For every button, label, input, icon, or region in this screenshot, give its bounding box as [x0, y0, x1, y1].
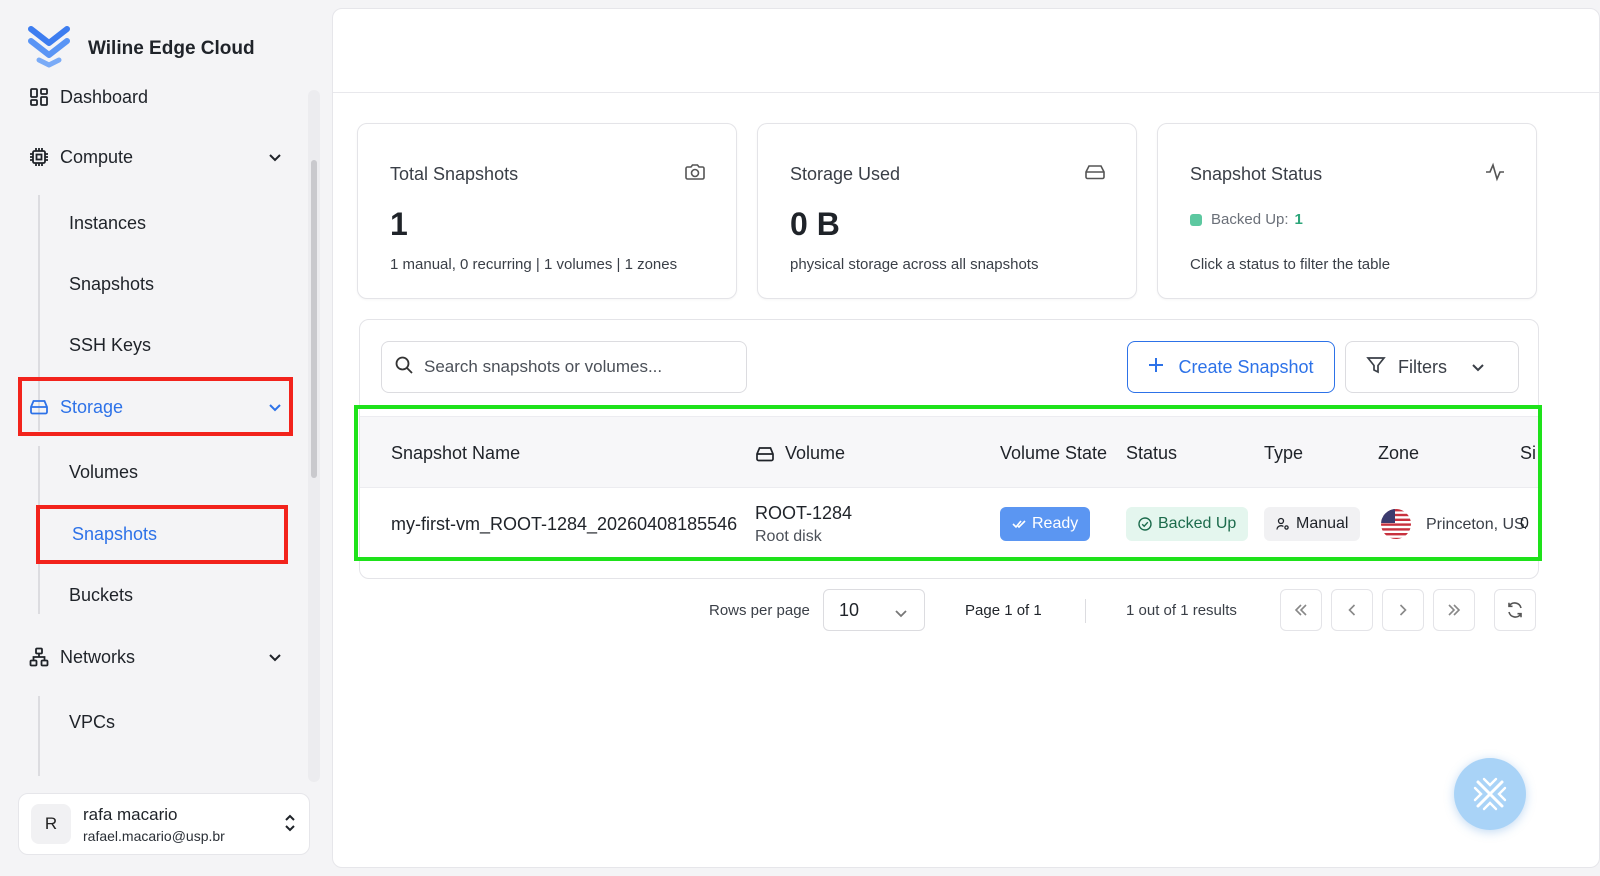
status-filter-backed-up[interactable]: Backed Up: 1 — [1190, 211, 1303, 228]
dashboard-icon — [28, 86, 50, 108]
chevrons-left-icon — [1294, 604, 1308, 616]
page-indicator: Page 1 of 1 — [965, 602, 1042, 619]
chevrons-right-icon — [1447, 604, 1461, 616]
card-title: Total Snapshots — [390, 164, 519, 184]
user-menu[interactable]: R rafa macario rafael.macario@usp.br — [18, 793, 310, 855]
top-bar — [333, 9, 1599, 93]
plus-icon — [1148, 357, 1164, 378]
assistant-logo-icon — [1471, 775, 1509, 813]
assistant-fab-button[interactable] — [1454, 758, 1526, 830]
network-icon — [28, 646, 50, 668]
rows-per-page-select[interactable]: 10 — [823, 589, 925, 631]
card-subtext: physical storage across all snapshots — [790, 256, 1039, 273]
activity-icon — [1484, 162, 1506, 187]
previous-page-button[interactable] — [1331, 589, 1373, 631]
highlight-storage-box — [18, 377, 293, 436]
create-snapshot-label: Create Snapshot — [1178, 356, 1314, 377]
rows-per-page-label: Rows per page — [709, 602, 810, 619]
camera-icon — [684, 162, 706, 187]
status-count: 1 — [1294, 211, 1303, 228]
brand[interactable]: Wiline Edge Cloud — [28, 24, 255, 73]
next-page-button[interactable] — [1382, 589, 1424, 631]
chevron-right-icon — [1399, 604, 1407, 616]
chevron-down-icon — [268, 646, 288, 668]
filters-button[interactable]: Filters — [1345, 341, 1519, 393]
user-email: rafael.macario@usp.br — [83, 827, 225, 844]
hard-drive-icon — [1084, 162, 1106, 187]
refresh-icon — [1506, 601, 1524, 619]
card-storage-used: Storage Used 0 B physical storage across… — [757, 123, 1137, 299]
results-count: 1 out of 1 results — [1126, 602, 1237, 619]
sidebar-item-networks[interactable]: Networks — [28, 646, 281, 668]
status-dot — [1190, 213, 1202, 226]
highlight-table-box — [354, 405, 1542, 561]
create-snapshot-button[interactable]: Create Snapshot — [1127, 341, 1335, 393]
sidebar-item-instances[interactable]: Instances — [69, 213, 146, 234]
chevron-down-icon — [894, 602, 908, 623]
sidebar-item-dashboard[interactable]: Dashboard — [28, 86, 148, 108]
card-total-snapshots: Total Snapshots 1 1 manual, 0 recurring … — [357, 123, 737, 299]
sidebar-item-compute-snapshots[interactable]: Snapshots — [69, 274, 154, 295]
refresh-button[interactable] — [1494, 589, 1536, 631]
first-page-button[interactable] — [1280, 589, 1322, 631]
sidebar-item-label: Networks — [60, 646, 136, 667]
sidebar-item-buckets[interactable]: Buckets — [69, 585, 133, 606]
sidebar-item-volumes[interactable]: Volumes — [69, 462, 138, 483]
brand-name: Wiline Edge Cloud — [88, 37, 255, 59]
card-value: 0 B — [790, 206, 840, 242]
sidebar-item-compute[interactable]: Compute — [28, 146, 281, 168]
chevrons-up-down-icon — [283, 813, 297, 838]
search-box[interactable] — [381, 341, 747, 393]
card-subtext: 1 manual, 0 recurring | 1 volumes | 1 zo… — [390, 256, 678, 273]
card-subtext: Click a status to filter the table — [1190, 256, 1391, 273]
main-panel: Total Snapshots 1 1 manual, 0 recurring … — [332, 8, 1600, 868]
avatar: R — [31, 804, 71, 844]
status-label: Backed Up: — [1211, 211, 1289, 228]
sidebar-item-label: Dashboard — [60, 86, 149, 107]
search-icon — [394, 355, 414, 380]
chevron-down-icon — [268, 146, 288, 168]
search-input[interactable] — [424, 357, 724, 377]
sidebar-scrollbar[interactable] — [311, 160, 317, 478]
last-page-button[interactable] — [1433, 589, 1475, 631]
cpu-icon — [28, 146, 50, 168]
sidebar-item-vpcs[interactable]: VPCs — [69, 712, 115, 733]
chevron-down-icon — [1471, 363, 1485, 372]
filters-label: Filters — [1398, 356, 1447, 377]
sidebar-item-label: Compute — [60, 146, 134, 167]
pagination-divider — [1085, 599, 1086, 623]
wiline-logo-icon — [28, 24, 70, 73]
card-title: Snapshot Status — [1190, 164, 1323, 184]
sidebar-item-ssh-keys[interactable]: SSH Keys — [69, 335, 151, 356]
sidebar: Wiline Edge Cloud Dashboard Compute Inst… — [0, 0, 332, 876]
card-title: Storage Used — [790, 164, 901, 184]
card-snapshot-status: Snapshot Status Backed Up: 1 Click a sta… — [1157, 123, 1537, 299]
filter-icon — [1366, 355, 1386, 380]
user-name: rafa macario — [83, 804, 178, 824]
chevron-left-icon — [1348, 604, 1356, 616]
sidebar-subtree-line — [38, 696, 40, 776]
card-value: 1 — [390, 206, 408, 242]
highlight-snapshots-box — [36, 505, 288, 564]
pagination: Rows per page 10 Page 1 of 1 1 out of 1 … — [333, 589, 1599, 633]
